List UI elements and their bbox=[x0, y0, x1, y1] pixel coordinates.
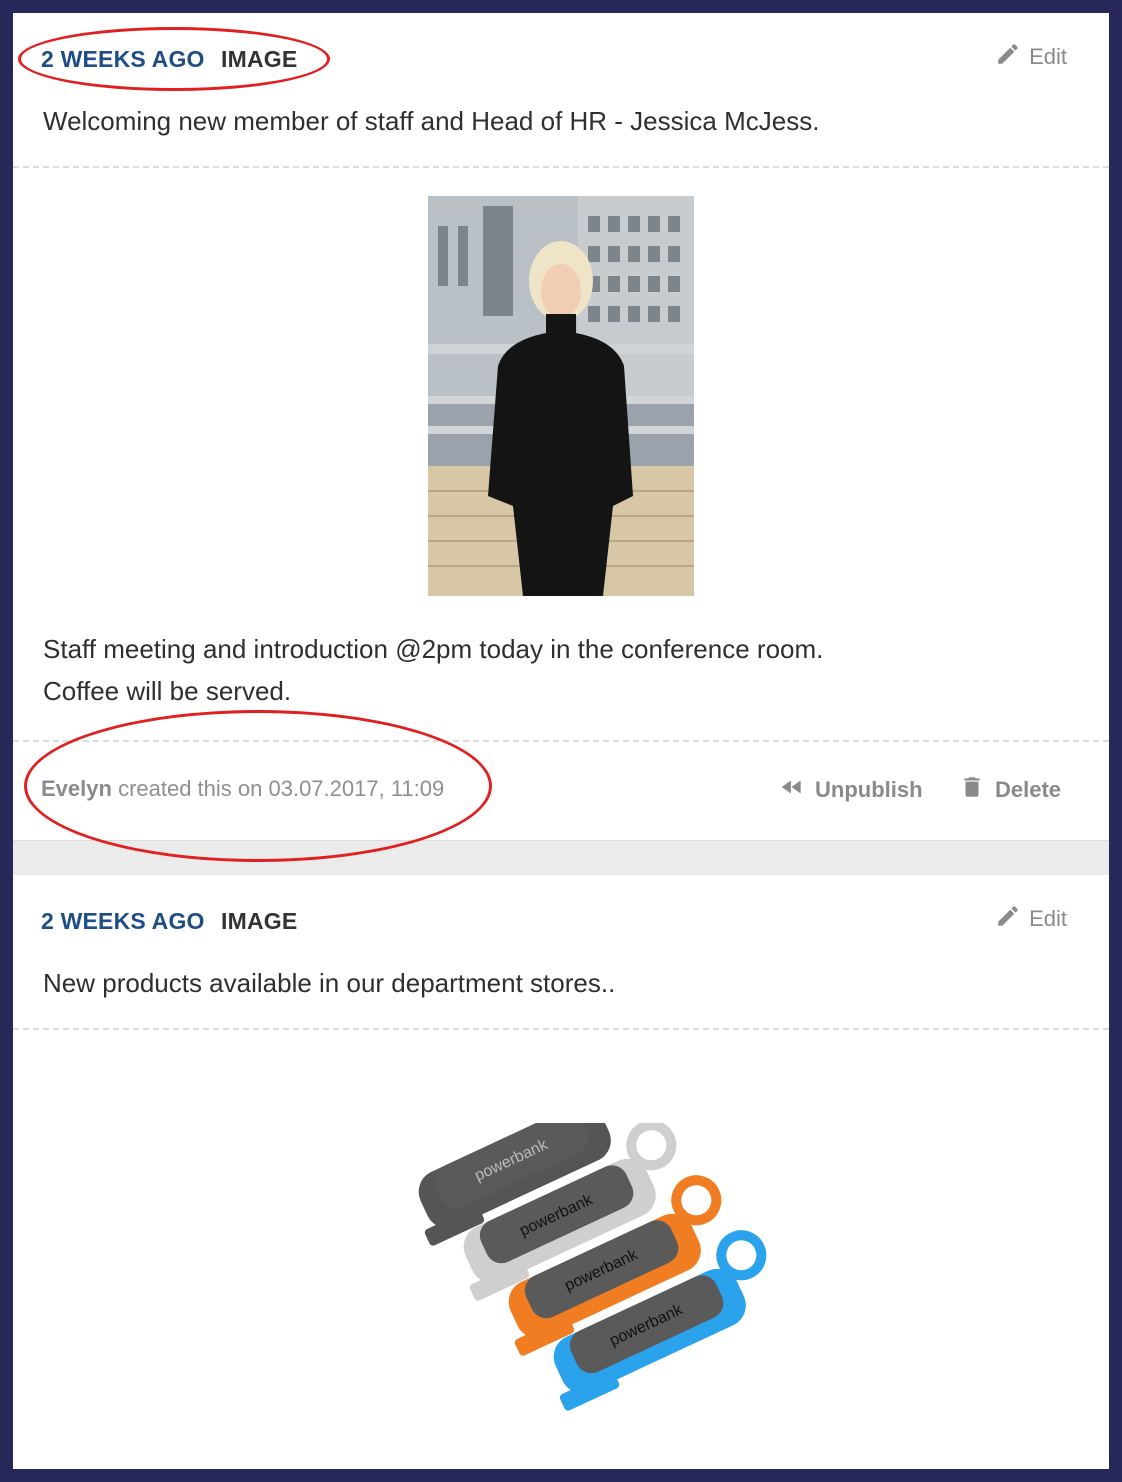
divider bbox=[13, 1028, 1109, 1030]
post-title: Welcoming new member of staff and Head o… bbox=[43, 106, 820, 136]
delete-button[interactable]: Delete bbox=[959, 774, 1061, 806]
post-title: New products available in our department… bbox=[43, 968, 616, 998]
author-name: Evelyn bbox=[41, 776, 112, 801]
edit-button[interactable]: Edit bbox=[995, 903, 1067, 935]
post-header: 2 WEEKS AGO IMAGE Edit bbox=[13, 13, 1109, 103]
unpublish-label: Unpublish bbox=[815, 777, 923, 802]
product-image: powerbank powerbank powerbank powerbank bbox=[373, 1065, 773, 1443]
edit-button[interactable]: Edit bbox=[995, 41, 1067, 73]
post-time: 2 WEEKS AGO bbox=[41, 46, 205, 72]
pencil-icon bbox=[995, 903, 1021, 935]
post-type: IMAGE bbox=[221, 46, 298, 72]
edit-label: Edit bbox=[1029, 44, 1067, 69]
post-time: 2 WEEKS AGO bbox=[41, 908, 205, 934]
post-body-line-1: Staff meeting and introduction @2pm toda… bbox=[43, 634, 824, 664]
post-header: 2 WEEKS AGO IMAGE Edit bbox=[13, 875, 1109, 965]
trash-icon bbox=[959, 774, 985, 806]
post-body-line-2: Coffee will be served. bbox=[43, 676, 292, 706]
edit-label: Edit bbox=[1029, 906, 1067, 931]
staff-photo bbox=[428, 196, 694, 596]
post-card: 2 WEEKS AGO IMAGE Edit Welcoming new mem… bbox=[13, 13, 1109, 839]
feed: 2 WEEKS AGO IMAGE Edit Welcoming new mem… bbox=[13, 13, 1109, 1469]
created-text: created this on 03.07.2017, 11:09 bbox=[118, 776, 445, 801]
rewind-icon bbox=[779, 774, 805, 806]
divider bbox=[13, 166, 1109, 168]
divider bbox=[13, 740, 1109, 742]
pencil-icon bbox=[995, 41, 1021, 73]
unpublish-button[interactable]: Unpublish bbox=[779, 774, 923, 806]
delete-label: Delete bbox=[995, 777, 1062, 802]
post-author-info: Evelyn created this on 03.07.2017, 11:09 bbox=[41, 776, 444, 802]
post-type: IMAGE bbox=[221, 908, 298, 934]
post-separator bbox=[13, 840, 1109, 876]
